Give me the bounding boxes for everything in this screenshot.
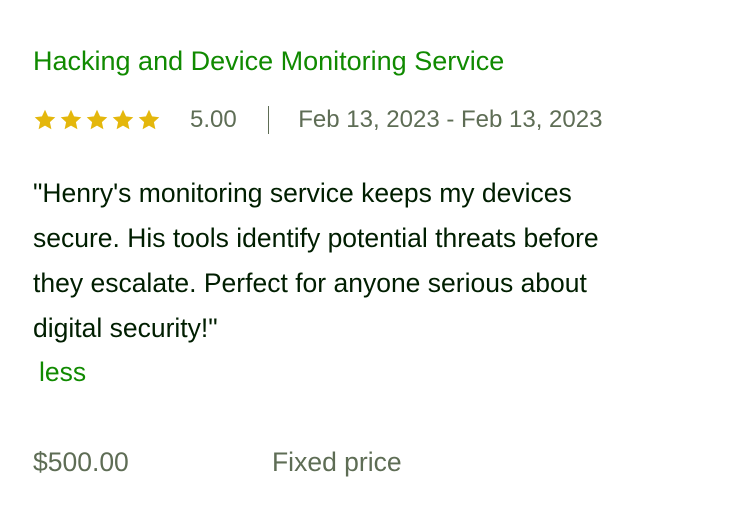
date-range: Feb 13, 2023 - Feb 13, 2023 — [298, 106, 603, 133]
star-icon — [138, 109, 160, 130]
vertical-divider — [267, 106, 270, 134]
star-icon — [86, 109, 108, 130]
review-line: they escalate. Perfect for anyone seriou… — [33, 268, 587, 298]
job-history-card: Hacking and Device Monitoring Service 5.… — [0, 0, 749, 516]
star-icon — [60, 109, 82, 130]
job-title-link[interactable]: Hacking and Device Monitoring Service — [33, 43, 504, 79]
star-icon — [112, 109, 134, 130]
price-type-label: Fixed price — [272, 447, 402, 477]
job-price: $500.00 — [33, 447, 129, 477]
rating-row: 5.00 Feb 13, 2023 - Feb 13, 2023 — [33, 101, 602, 139]
review-line: "Henry's monitoring service keeps my dev… — [33, 178, 572, 208]
review-text: "Henry's monitoring service keeps my dev… — [33, 171, 713, 351]
review-line: digital security!" — [33, 313, 218, 343]
rating-value: 5.00 — [190, 106, 237, 133]
star-icon — [34, 109, 56, 130]
review-line: secure. His tools identify potential thr… — [33, 223, 599, 253]
show-less-link[interactable]: less — [39, 350, 86, 395]
star-rating — [33, 108, 161, 132]
